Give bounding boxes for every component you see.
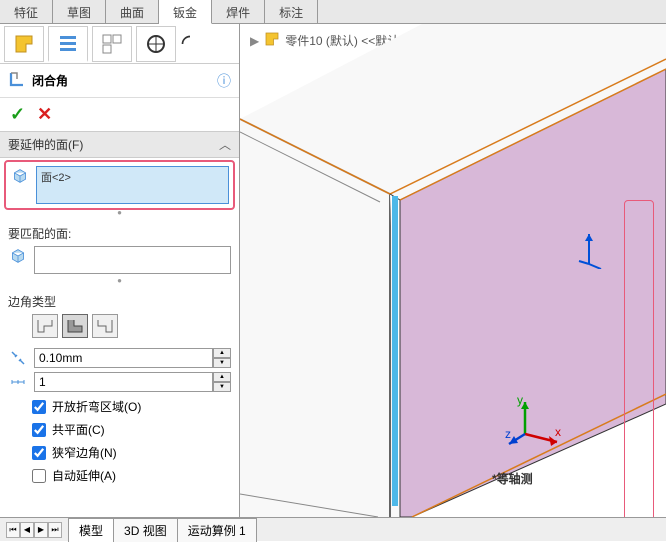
tab-scroll-last[interactable]: ⏭ <box>48 522 62 538</box>
ribbon-tabs: 特征 草图 曲面 钣金 焊件 标注 <box>0 0 666 24</box>
face-selector-icon[interactable] <box>10 166 30 186</box>
gap-distance-row: ▲▼ <box>8 348 231 368</box>
bottom-tab-3dview[interactable]: 3D 视图 <box>113 518 178 542</box>
cancel-button[interactable]: ✕ <box>37 104 52 125</box>
match-face-selector-icon[interactable] <box>8 246 28 266</box>
gap-up[interactable]: ▲ <box>213 348 231 358</box>
feature-title: 闭合角 <box>32 72 217 89</box>
svg-text:z: z <box>505 427 511 441</box>
feature-tree-tab[interactable] <box>4 26 44 62</box>
ok-button[interactable]: ✓ <box>10 104 25 125</box>
extend-selection-highlight: 面<2> <box>4 160 235 210</box>
dimxpert-tab[interactable] <box>136 26 176 62</box>
closed-corner-icon <box>8 70 26 91</box>
view-orientation-label: 等轴测 <box>492 470 533 487</box>
resize-handle-2[interactable]: ● <box>8 276 231 285</box>
ribbon-tab-sketch[interactable]: 草图 <box>53 0 106 23</box>
panel-tab-icons <box>0 24 239 64</box>
corner-type-butt[interactable] <box>32 314 58 338</box>
chevron-up-icon[interactable]: ︿ <box>219 136 231 153</box>
gap-down[interactable]: ▼ <box>213 358 231 368</box>
ratio-up[interactable]: ▲ <box>213 372 231 382</box>
ribbon-tab-sheetmetal[interactable]: 钣金 <box>159 0 212 24</box>
match-faces-label: 要匹配的面: <box>8 225 231 242</box>
feature-header: 闭合角 ⓘ <box>0 64 239 98</box>
graphics-viewport[interactable]: ▶ 零件10 (默认) <<默认>_... y x z 等轴测 <box>240 24 666 517</box>
gap-icon <box>8 350 28 366</box>
match-faces-list[interactable] <box>34 246 231 274</box>
extend-faces-list[interactable]: 面<2> <box>36 166 229 204</box>
tab-scroll-prev[interactable]: ◀ <box>20 522 34 538</box>
model-geometry <box>240 24 666 517</box>
ribbon-tab-weldment[interactable]: 焊件 <box>212 0 265 23</box>
view-triad-icon: y x z <box>505 394 565 449</box>
ratio-icon <box>8 374 28 390</box>
ribbon-tab-annotate[interactable]: 标注 <box>265 0 318 23</box>
config-tab[interactable] <box>92 26 132 62</box>
corner-type-buttons <box>32 314 231 338</box>
confirm-row: ✓ ✕ <box>0 98 239 131</box>
corner-type-underlap[interactable] <box>92 314 118 338</box>
origin-triad-icon <box>575 229 603 269</box>
more-tabs[interactable] <box>180 26 200 62</box>
section-extend-faces[interactable]: 要延伸的面(F) ︿ <box>0 131 239 158</box>
open-bend-check[interactable] <box>32 400 46 414</box>
overlap-ratio-row: ▲▼ <box>8 372 231 392</box>
svg-text:x: x <box>555 425 561 439</box>
ribbon-tab-surface[interactable]: 曲面 <box>106 0 159 23</box>
ratio-down[interactable]: ▼ <box>213 382 231 392</box>
help-icon[interactable]: ⓘ <box>217 71 231 91</box>
coplanar-check[interactable] <box>32 423 46 437</box>
gap-input[interactable] <box>34 348 213 368</box>
face-selection-highlight <box>624 200 654 517</box>
property-manager-tab[interactable] <box>48 26 88 62</box>
property-panel: 闭合角 ⓘ ✓ ✕ 要延伸的面(F) ︿ 面<2> ● 要匹配的面: ● 边角类… <box>0 24 240 517</box>
bottom-tab-model[interactable]: 模型 <box>68 518 114 542</box>
bottom-tab-motion[interactable]: 运动算例 1 <box>177 518 257 542</box>
corner-type-overlap[interactable] <box>62 314 88 338</box>
bottom-tab-bar: ⏮ ◀ ▶ ⏭ 模型 3D 视图 运动算例 1 <box>0 517 666 541</box>
svg-text:y: y <box>517 394 523 407</box>
resize-handle[interactable]: ● <box>8 208 231 217</box>
ratio-input[interactable] <box>34 372 213 392</box>
auto-extend-check[interactable] <box>32 469 46 483</box>
tab-scroll-first[interactable]: ⏮ <box>6 522 20 538</box>
ribbon-tab-feature[interactable]: 特征 <box>0 0 53 23</box>
narrow-corner-check[interactable] <box>32 446 46 460</box>
corner-type-label: 边角类型 <box>8 293 231 310</box>
tab-scroll-next[interactable]: ▶ <box>34 522 48 538</box>
